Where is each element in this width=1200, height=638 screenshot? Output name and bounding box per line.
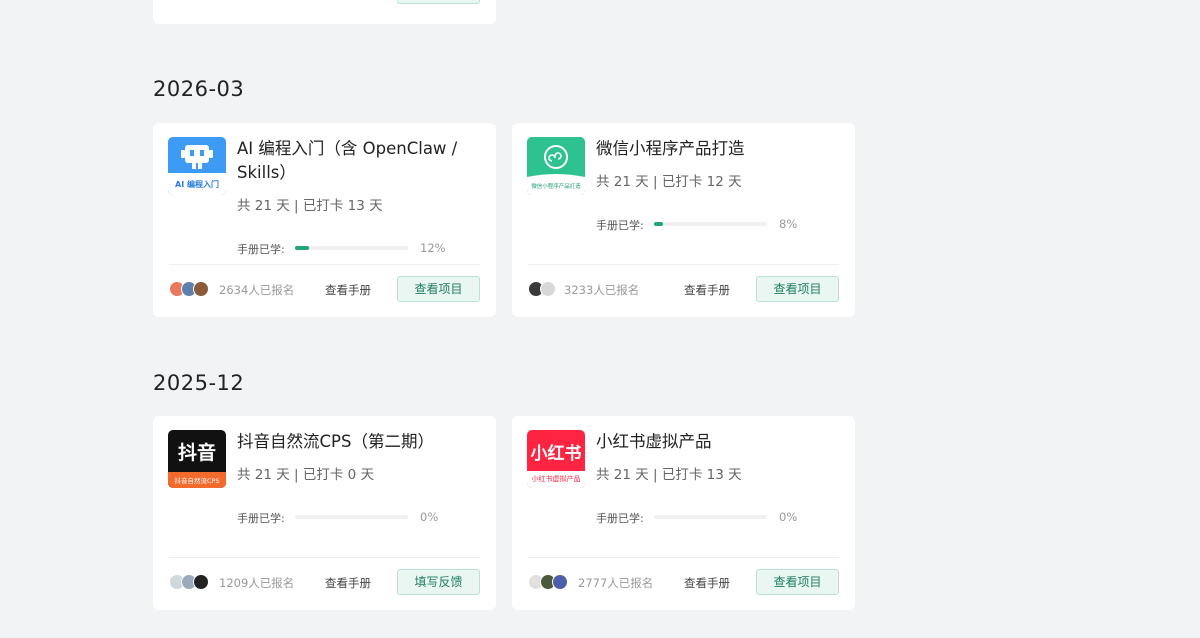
project-cover: 微信小程序产品打造 [527,137,585,195]
cover-caption: 微信小程序产品打造 [531,184,581,190]
previous-project-card [153,0,496,24]
avatar-group [169,574,215,590]
view-project-button[interactable] [397,0,480,4]
project-meta: 共 21 天 | 已打卡 12 天 [596,174,742,190]
project-card[interactable]: AI 编程入门 AI 编程入门（含 OpenClaw / Skills） 共 2… [153,123,496,317]
progress-label: 手册已学: [596,512,644,525]
manual-progress: 手册已学: 12% [237,240,456,256]
project-card[interactable]: 微信小程序产品打造 微信小程序产品打造 共 21 天 | 已打卡 12 天 手册… [512,123,855,317]
project-cover: AI 编程入门 [168,137,226,195]
month-heading: 2025-12 [153,371,245,395]
divider [528,264,839,265]
view-manual-link[interactable]: 查看手册 [325,282,371,298]
progress-label: 手册已学: [237,512,285,525]
cover-caption: 抖音自然流CPS [174,477,220,485]
divider [528,557,839,558]
avatar-group [528,574,574,590]
progress-percent: 0% [779,510,798,524]
progress-bar [654,222,767,226]
view-project-button[interactable]: 查看项目 [756,569,839,595]
signup-count: 1209人已报名 [219,576,295,590]
avatar-group [169,281,215,297]
xiaohongshu-logo: 小红书 [530,444,582,464]
avatar [193,281,209,297]
douyin-logo: 抖音 [177,442,216,464]
project-cover: 小红书 小红书虚拟产品 [527,430,585,488]
divider [169,264,480,265]
project-title[interactable]: 小红书虚拟产品 [596,430,825,454]
project-title[interactable]: AI 编程入门（含 OpenClaw / Skills） [237,137,466,185]
view-project-button[interactable]: 查看项目 [756,276,839,302]
project-meta: 共 21 天 | 已打卡 13 天 [596,467,742,483]
view-manual-link[interactable]: 查看手册 [684,575,730,591]
project-meta: 共 21 天 | 已打卡 0 天 [237,467,375,483]
cover-caption: AI 编程入门 [175,180,219,189]
project-card[interactable]: 抖音 抖音自然流CPS 抖音自然流CPS（第二期） 共 21 天 | 已打卡 0… [153,416,496,610]
month-heading: 2026-03 [153,77,245,101]
manual-progress: 手册已学: 0% [237,509,456,525]
signup-count: 3233人已报名 [564,283,640,297]
signup-count: 2634人已报名 [219,283,295,297]
progress-percent: 12% [420,241,446,255]
view-manual-link[interactable]: 查看手册 [684,282,730,298]
project-title[interactable]: 微信小程序产品打造 [596,137,825,161]
divider [169,557,480,558]
progress-label: 手册已学: [596,219,644,232]
project-list-page: 2026-03 AI 编程入门 AI 编程入门（含 OpenClaw / Ski… [0,0,1200,638]
manual-progress: 手册已学: 0% [596,509,815,525]
manual-progress: 手册已学: 8% [596,216,815,232]
project-title[interactable]: 抖音自然流CPS（第二期） [237,430,466,454]
signup-count: 2777人已报名 [578,576,654,590]
avatar [540,281,556,297]
progress-bar [295,246,408,250]
project-cover: 抖音 抖音自然流CPS [168,430,226,488]
progress-bar [295,515,408,519]
progress-bar [654,515,767,519]
project-meta: 共 21 天 | 已打卡 13 天 [237,198,383,214]
avatar [552,574,568,590]
cover-caption: 小红书虚拟产品 [531,475,581,483]
progress-percent: 0% [420,510,439,524]
progress-percent: 8% [779,217,798,231]
avatar [193,574,209,590]
progress-fill [654,222,664,226]
view-project-button[interactable]: 查看项目 [397,276,480,302]
project-card[interactable]: 小红书 小红书虚拟产品 小红书虚拟产品 共 21 天 | 已打卡 13 天 手册… [512,416,855,610]
view-manual-link[interactable]: 查看手册 [325,575,371,591]
feedback-button[interactable]: 填写反馈 [397,569,480,595]
progress-label: 手册已学: [237,243,285,256]
progress-fill [295,246,309,250]
